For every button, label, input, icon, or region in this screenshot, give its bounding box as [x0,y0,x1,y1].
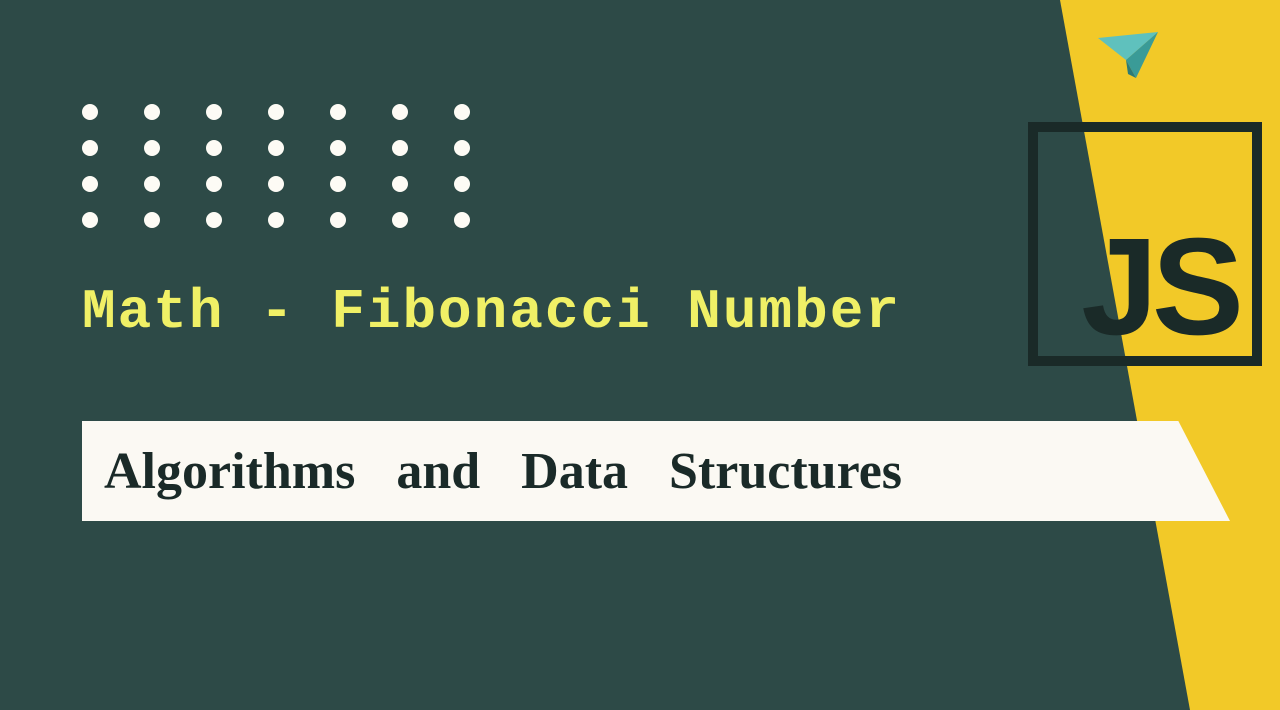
dot [144,212,160,228]
dot [268,140,284,156]
dot [82,140,98,156]
dot [454,104,470,120]
dot [268,104,284,120]
title-banner: Algorithms and Data Structures [82,421,1230,521]
dot [392,104,408,120]
dot [454,140,470,156]
banner-text: Algorithms and Data Structures [104,442,902,501]
dot [82,212,98,228]
dot [82,104,98,120]
paper-plane-icon [1096,30,1160,88]
dot [454,212,470,228]
js-logo: JS [1028,122,1262,366]
dot [206,104,222,120]
dot [206,176,222,192]
dot [206,212,222,228]
dot [330,176,346,192]
subtitle-text: Math - Fibonacci Number [82,280,901,344]
dot [392,212,408,228]
dot-grid [82,104,470,228]
dot [82,176,98,192]
dot [454,176,470,192]
dot [144,140,160,156]
dot [330,212,346,228]
js-logo-text: JS [1081,229,1238,346]
dot [392,176,408,192]
dot [206,140,222,156]
dot [144,176,160,192]
dot [268,212,284,228]
dot [268,176,284,192]
dot [330,140,346,156]
dot [330,104,346,120]
dot [392,140,408,156]
dot [144,104,160,120]
